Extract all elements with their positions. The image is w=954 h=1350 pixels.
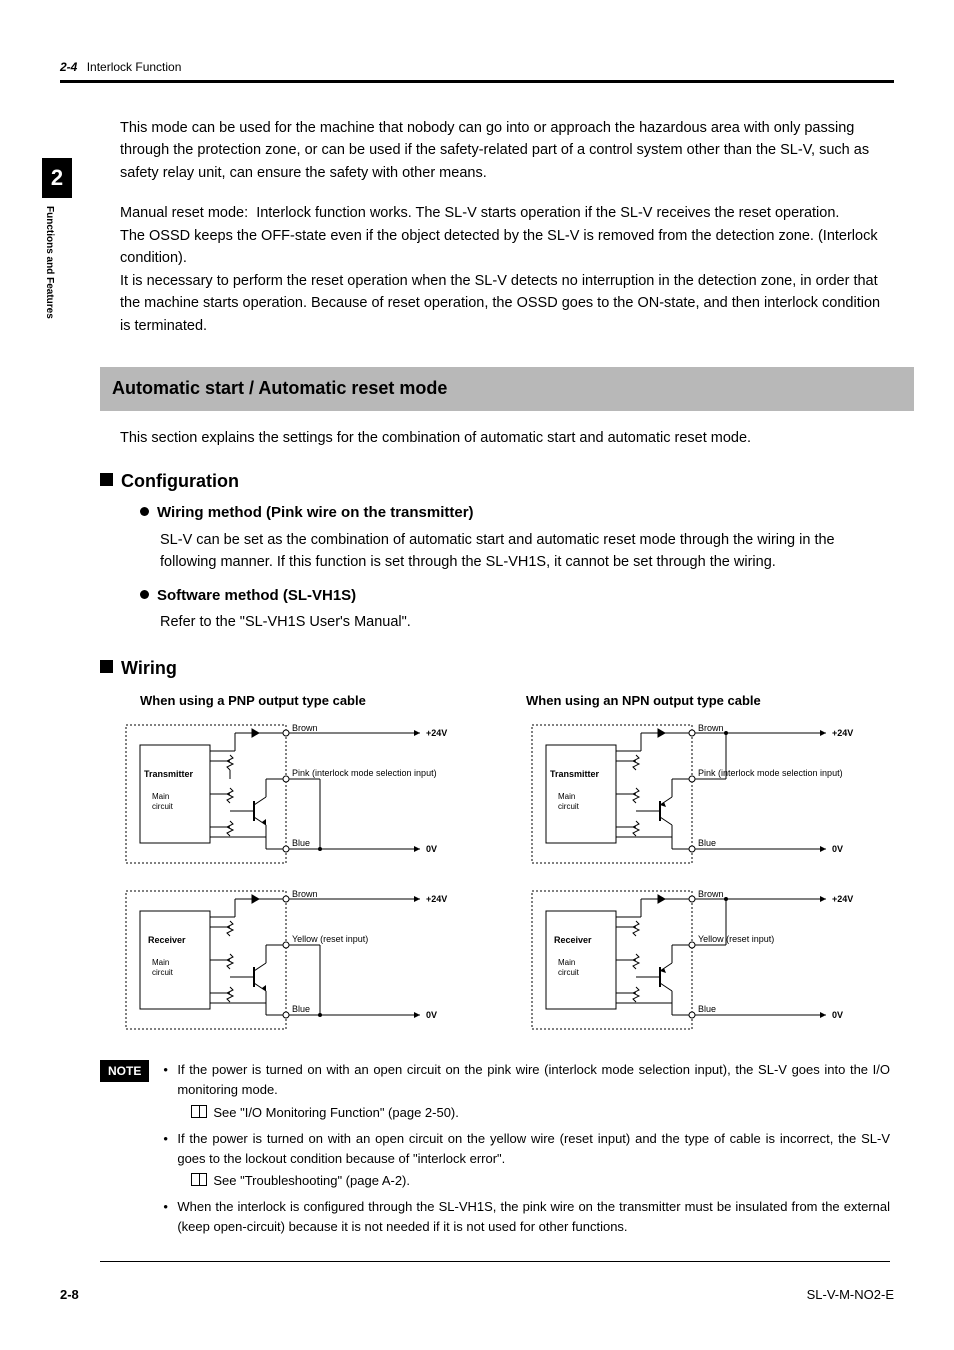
- intro-p4: It is necessary to perform the reset ope…: [120, 270, 890, 337]
- note-tag: NOTE: [100, 1060, 149, 1082]
- config-heading: Configuration: [100, 468, 890, 496]
- book-icon: [191, 1173, 207, 1186]
- intro-p1: This mode can be used for the machine th…: [120, 117, 890, 184]
- pnp-column: When using a PNP output type cable Trans…: [120, 691, 490, 877]
- svg-text:circuit: circuit: [558, 968, 580, 977]
- npn-title: When using an NPN output type cable: [526, 691, 896, 711]
- config-heading-text: Configuration: [121, 471, 239, 491]
- chapter-label: Functions and Features: [44, 206, 55, 319]
- npn-receiver-column: Receiver Main circuit: [526, 885, 896, 1042]
- note-1-ref: See "I/O Monitoring Function" (page 2-50…: [177, 1103, 890, 1123]
- svg-text:Main: Main: [152, 958, 169, 967]
- pnp-transmitter-diagram: Transmitter Main circuit: [120, 719, 490, 869]
- note-1-ref-text: See "I/O Monitoring Function" (page 2-50…: [213, 1105, 459, 1120]
- square-bullet-icon: [100, 473, 113, 486]
- software-method-text: Refer to the "SL-VH1S User's Manual".: [160, 611, 890, 633]
- wiring-method-text: SL-V can be set as the combination of au…: [160, 529, 890, 574]
- svg-text:+24V: +24V: [832, 728, 853, 738]
- svg-text:Brown: Brown: [698, 889, 724, 899]
- svg-text:0V: 0V: [426, 844, 437, 854]
- svg-text:Pink (interlock mode selection: Pink (interlock mode selection input): [292, 768, 437, 778]
- pnp-receiver-column: Receiver Main circuit: [120, 885, 490, 1042]
- content: This mode can be used for the machine th…: [120, 117, 890, 1262]
- note-item-3: When the interlock is configured through…: [163, 1197, 890, 1237]
- svg-text:Brown: Brown: [292, 723, 318, 733]
- svg-text:circuit: circuit: [152, 802, 174, 811]
- svg-text:Blue: Blue: [292, 838, 310, 848]
- svg-text:Receiver: Receiver: [148, 935, 186, 945]
- note-2-ref-text: See "Troubleshooting" (page A-2).: [213, 1173, 410, 1188]
- software-method-title: Software method (SL-VH1S): [157, 587, 356, 604]
- config-body: Wiring method (Pink wire on the transmit…: [140, 501, 890, 633]
- svg-text:Brown: Brown: [292, 889, 318, 899]
- wiring-method-heading: Wiring method (Pink wire on the transmit…: [140, 501, 890, 524]
- note-item-2: If the power is turned on with an open c…: [163, 1129, 890, 1191]
- svg-text:circuit: circuit: [558, 802, 580, 811]
- note-2-text: If the power is turned on with an open c…: [177, 1131, 890, 1166]
- square-bullet-icon: [100, 660, 113, 673]
- svg-text:Transmitter: Transmitter: [550, 769, 600, 779]
- page: 2-4 Interlock Function 2 Functions and F…: [0, 0, 954, 1350]
- svg-text:+24V: +24V: [426, 728, 447, 738]
- npn-receiver-diagram: Receiver Main circuit: [526, 885, 896, 1035]
- note-2-ref: See "Troubleshooting" (page A-2).: [177, 1171, 890, 1191]
- note-3-text: When the interlock is configured through…: [177, 1199, 890, 1234]
- wiring-method-title: Wiring method (Pink wire on the transmit…: [157, 504, 474, 521]
- svg-text:0V: 0V: [426, 1010, 437, 1020]
- svg-text:Blue: Blue: [698, 838, 716, 848]
- svg-text:circuit: circuit: [152, 968, 174, 977]
- svg-text:Brown: Brown: [698, 723, 724, 733]
- npn-column: When using an NPN output type cable Tran…: [526, 691, 896, 877]
- footer: 2-8 SL-V-M-NO2-E: [60, 1287, 894, 1302]
- software-method-heading: Software method (SL-VH1S): [140, 584, 890, 607]
- svg-text:Yellow (reset input): Yellow (reset input): [698, 934, 774, 944]
- mode-desc: Interlock function works. The SL-V start…: [256, 205, 839, 221]
- note-body: If the power is turned on with an open c…: [163, 1060, 890, 1243]
- section-title: Interlock Function: [87, 60, 182, 74]
- npn-transmitter-diagram: Transmitter Main circuit: [526, 719, 896, 869]
- wiring-heading-text: Wiring: [121, 658, 177, 678]
- note-block: NOTE If the power is turned on with an o…: [100, 1060, 890, 1243]
- intro-p3: The OSSD keeps the OFF-state even if the…: [120, 225, 890, 270]
- diagram-row-top: When using a PNP output type cable Trans…: [120, 691, 890, 877]
- svg-text:+24V: +24V: [426, 894, 447, 904]
- intro-p2: Manual reset mode: Interlock function wo…: [120, 202, 890, 224]
- running-head: 2-4 Interlock Function: [60, 60, 894, 74]
- dot-bullet-icon: [140, 590, 149, 599]
- svg-text:Main: Main: [558, 792, 575, 801]
- note-item-1: If the power is turned on with an open c…: [163, 1060, 890, 1122]
- header-rule: [60, 80, 894, 83]
- svg-text:Yellow (reset input): Yellow (reset input): [292, 934, 368, 944]
- svg-text:Pink (interlock mode selection: Pink (interlock mode selection input): [698, 768, 843, 778]
- note-1-text: If the power is turned on with an open c…: [177, 1062, 890, 1097]
- chapter-tab: 2: [42, 158, 72, 198]
- page-number: 2-8: [60, 1287, 79, 1302]
- svg-text:Receiver: Receiver: [554, 935, 592, 945]
- svg-text:0V: 0V: [832, 844, 843, 854]
- dot-bullet-icon: [140, 507, 149, 516]
- section-number: 2-4: [60, 60, 77, 74]
- svg-text:0V: 0V: [832, 1010, 843, 1020]
- svg-text:+24V: +24V: [832, 894, 853, 904]
- mode-label: Manual reset mode:: [120, 205, 248, 221]
- svg-text:Blue: Blue: [292, 1004, 310, 1014]
- diagram-row-bottom: Receiver Main circuit: [120, 885, 890, 1042]
- band-intro: This section explains the settings for t…: [120, 427, 890, 449]
- pnp-title: When using a PNP output type cable: [140, 691, 490, 711]
- section-band: Automatic start / Automatic reset mode: [100, 367, 914, 411]
- book-icon: [191, 1105, 207, 1118]
- svg-text:Main: Main: [152, 792, 169, 801]
- pnp-receiver-diagram: Receiver Main circuit: [120, 885, 490, 1035]
- note-end-rule: [100, 1261, 890, 1262]
- wiring-heading: Wiring: [100, 655, 890, 683]
- doc-code: SL-V-M-NO2-E: [807, 1287, 894, 1302]
- svg-text:Main: Main: [558, 958, 575, 967]
- svg-text:Transmitter: Transmitter: [144, 769, 194, 779]
- svg-text:Blue: Blue: [698, 1004, 716, 1014]
